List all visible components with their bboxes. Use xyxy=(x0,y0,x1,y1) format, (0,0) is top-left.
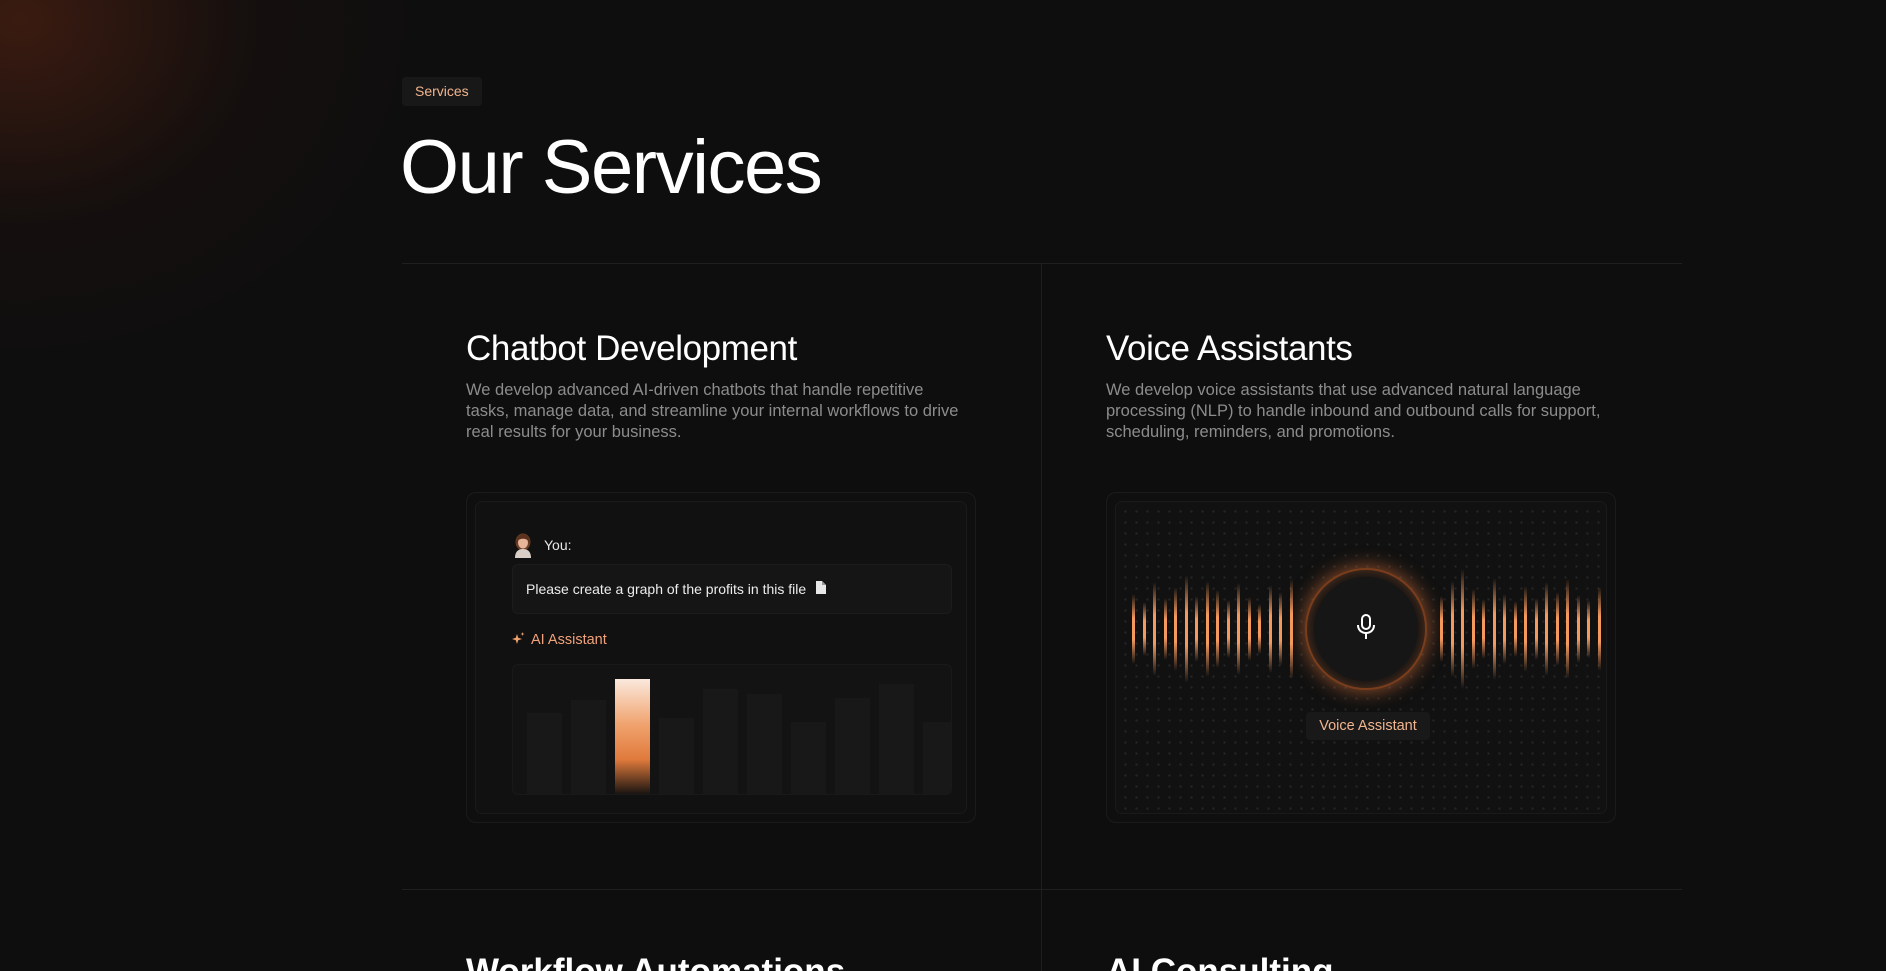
waveform-bar xyxy=(1132,594,1135,664)
chart-bar xyxy=(747,694,782,794)
waveform-bar xyxy=(1237,583,1240,675)
chart-bar-highlighted xyxy=(615,679,650,794)
chart-bar xyxy=(571,700,606,794)
divider-top xyxy=(402,263,1682,264)
section-tag: Services xyxy=(402,77,482,106)
waveform-bar xyxy=(1174,587,1177,671)
chart-bar xyxy=(791,722,826,794)
microphone-icon xyxy=(1356,613,1376,645)
user-label: You: xyxy=(544,537,572,553)
waveform-bar xyxy=(1587,600,1590,658)
file-icon xyxy=(816,581,827,597)
chart-bar xyxy=(659,718,694,794)
card-description: We develop voice assistants that use adv… xyxy=(1106,381,1601,441)
waveform-bar xyxy=(1247,597,1251,661)
chatbot-demo: You: Please create a graph of the profit… xyxy=(466,492,976,823)
chart-bar xyxy=(703,689,738,794)
card-description: We develop advanced AI-driven chatbots t… xyxy=(466,381,959,441)
services-section: Services Our Services Chatbot Developmen… xyxy=(400,0,1682,971)
divider-vertical xyxy=(1041,263,1042,971)
waveform-bar xyxy=(1279,592,1282,666)
divider-middle xyxy=(402,889,1682,890)
sparkle-icon xyxy=(512,631,525,649)
waveform-bar xyxy=(1566,579,1569,679)
waveform-bar xyxy=(1440,596,1443,662)
waveform-bar xyxy=(1597,587,1601,671)
waveform-bar xyxy=(1258,604,1261,654)
profit-bar-chart xyxy=(512,664,952,795)
user-message-header: You: xyxy=(512,532,572,558)
waveform-bar xyxy=(1205,581,1209,677)
prompt-text: Please create a graph of the profits in … xyxy=(526,581,807,597)
waveform-bar xyxy=(1534,598,1538,660)
chart-bar xyxy=(527,713,562,794)
waveform-bar xyxy=(1184,575,1188,683)
waveform-bar xyxy=(1153,582,1156,676)
waveform-bar xyxy=(1226,600,1230,658)
waveform-bar xyxy=(1163,598,1167,660)
card-title-workflow: Workflow Automations xyxy=(466,951,845,971)
waveform-bar xyxy=(1216,590,1219,668)
page-title: Our Services xyxy=(400,125,823,210)
waveform-bar xyxy=(1450,581,1454,677)
chart-bar xyxy=(835,698,870,794)
microphone-button[interactable] xyxy=(1307,570,1425,688)
voice-demo: Voice Assistant xyxy=(1106,492,1616,823)
waveform-bar xyxy=(1513,601,1517,657)
waveform-bar xyxy=(1524,586,1527,672)
waveform-bar xyxy=(1482,599,1485,659)
user-prompt-message: Please create a graph of the profits in … xyxy=(512,564,952,614)
voice-assistant-label: Voice Assistant xyxy=(1306,712,1430,740)
waveform-bar xyxy=(1268,585,1272,673)
waveform-bar xyxy=(1576,595,1580,663)
user-avatar-icon xyxy=(512,532,534,558)
card-title: Chatbot Development xyxy=(466,329,797,368)
waveform-bar xyxy=(1461,569,1464,689)
waveform-bar xyxy=(1545,582,1548,676)
waveform-bar xyxy=(1289,579,1293,679)
waveform-bar xyxy=(1555,592,1559,666)
card-title-consulting: AI Consulting xyxy=(1106,951,1333,971)
waveform-bar xyxy=(1503,594,1506,664)
assistant-header: AI Assistant xyxy=(512,630,607,650)
waveform-bar xyxy=(1142,602,1146,656)
card-title: Voice Assistants xyxy=(1106,329,1353,368)
chart-bar xyxy=(923,722,951,794)
chart-bar xyxy=(879,684,914,794)
waveform-bar xyxy=(1195,596,1198,662)
assistant-label: AI Assistant xyxy=(531,632,607,648)
waveform-bar xyxy=(1492,578,1496,680)
waveform-bar xyxy=(1471,589,1475,669)
